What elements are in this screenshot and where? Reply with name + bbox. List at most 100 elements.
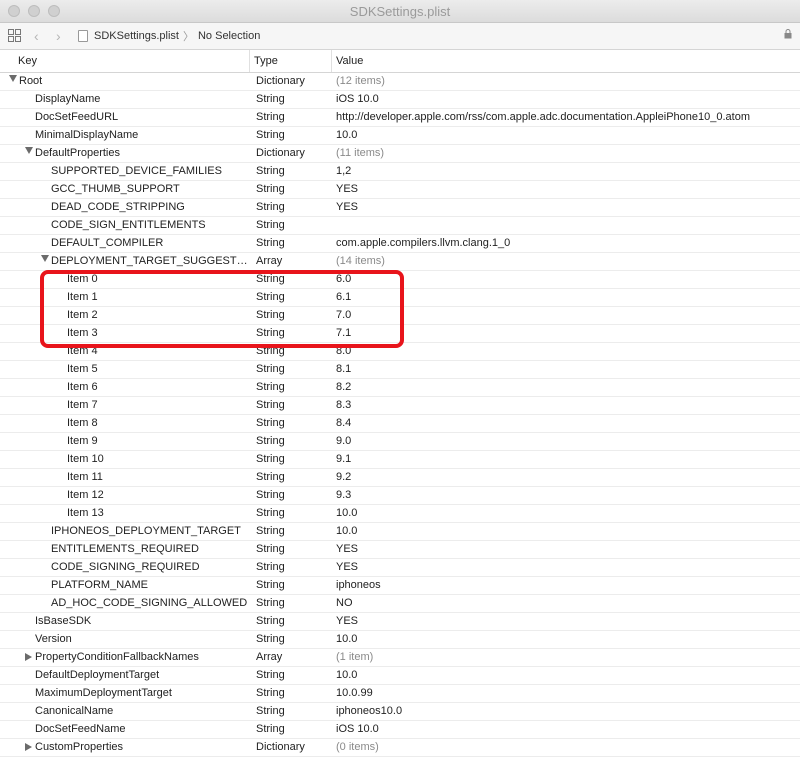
- row-key[interactable]: DefaultDeploymentTarget: [35, 669, 248, 681]
- plist-row[interactable]: Item 13 String 10.0: [0, 505, 800, 523]
- row-value[interactable]: YES: [336, 615, 358, 627]
- row-type[interactable]: String: [256, 291, 285, 303]
- breadcrumb-selection[interactable]: No Selection: [198, 30, 260, 42]
- row-type[interactable]: String: [256, 399, 285, 411]
- row-key[interactable]: Item 2: [67, 309, 248, 321]
- row-key[interactable]: IPHONEOS_DEPLOYMENT_TARGET: [51, 525, 248, 537]
- row-type[interactable]: String: [256, 489, 285, 501]
- row-key[interactable]: GCC_THUMB_SUPPORT: [51, 183, 248, 195]
- row-key[interactable]: DocSetFeedName: [35, 723, 248, 735]
- plist-row[interactable]: DocSetFeedName String iOS 10.0: [0, 721, 800, 739]
- plist-row[interactable]: DefaultProperties Dictionary (11 items): [0, 145, 800, 163]
- row-value[interactable]: 10.0: [336, 525, 357, 537]
- plist-row[interactable]: PLATFORM_NAME String iphoneos: [0, 577, 800, 595]
- row-key[interactable]: SUPPORTED_DEVICE_FAMILIES: [51, 165, 248, 177]
- row-key[interactable]: Item 10: [67, 453, 248, 465]
- row-value[interactable]: 7.1: [336, 327, 351, 339]
- row-value[interactable]: iOS 10.0: [336, 723, 379, 735]
- plist-row[interactable]: Version String 10.0: [0, 631, 800, 649]
- row-key[interactable]: Item 6: [67, 381, 248, 393]
- plist-row[interactable]: Root Dictionary (12 items): [0, 73, 800, 91]
- row-key[interactable]: IsBaseSDK: [35, 615, 248, 627]
- row-type[interactable]: String: [256, 579, 285, 591]
- row-value[interactable]: 10.0: [336, 507, 357, 519]
- plist-row[interactable]: DocSetFeedURL String http://developer.appl…: [0, 109, 800, 127]
- plist-row[interactable]: CustomProperties Dictionary (0 items): [0, 739, 800, 757]
- row-key[interactable]: MaximumDeploymentTarget: [35, 687, 248, 699]
- plist-row[interactable]: CODE_SIGNING_REQUIRED String YES: [0, 559, 800, 577]
- row-type[interactable]: String: [256, 273, 285, 285]
- plist-row[interactable]: Item 11 String 9.2: [0, 469, 800, 487]
- row-type[interactable]: String: [256, 525, 285, 537]
- disclosure-triangle-collapsed-icon[interactable]: [25, 743, 32, 751]
- row-value[interactable]: iphoneos: [336, 579, 381, 591]
- column-header-value[interactable]: Value: [336, 55, 363, 67]
- row-type[interactable]: Array: [256, 651, 282, 663]
- row-key[interactable]: Item 11: [67, 471, 248, 483]
- row-value[interactable]: 10.0: [336, 669, 357, 681]
- row-key[interactable]: CODE_SIGN_ENTITLEMENTS: [51, 219, 248, 231]
- row-key[interactable]: CODE_SIGNING_REQUIRED: [51, 561, 248, 573]
- row-value[interactable]: 8.1: [336, 363, 351, 375]
- related-items-grid-icon[interactable]: [8, 29, 21, 42]
- row-key[interactable]: DisplayName: [35, 93, 248, 105]
- disclosure-triangle-expanded-icon[interactable]: [41, 255, 49, 262]
- row-value[interactable]: 9.0: [336, 435, 351, 447]
- row-key[interactable]: Item 8: [67, 417, 248, 429]
- row-value[interactable]: 7.0: [336, 309, 351, 321]
- row-type[interactable]: String: [256, 633, 285, 645]
- row-value[interactable]: YES: [336, 561, 358, 573]
- row-type[interactable]: String: [256, 129, 285, 141]
- plist-row[interactable]: DefaultDeploymentTarget String 10.0: [0, 667, 800, 685]
- plist-row[interactable]: SUPPORTED_DEVICE_FAMILIES String 1,2: [0, 163, 800, 181]
- plist-row[interactable]: CanonicalName String iphoneos10.0: [0, 703, 800, 721]
- plist-row[interactable]: Item 10 String 9.1: [0, 451, 800, 469]
- plist-row[interactable]: PropertyConditionFallbackNames Array (1 it…: [0, 649, 800, 667]
- row-key[interactable]: CustomProperties: [35, 741, 248, 753]
- row-type[interactable]: String: [256, 183, 285, 195]
- row-type[interactable]: Array: [256, 255, 282, 267]
- row-key[interactable]: DefaultProperties: [35, 147, 248, 159]
- row-key[interactable]: ENTITLEMENTS_REQUIRED: [51, 543, 248, 555]
- row-key[interactable]: Item 12: [67, 489, 248, 501]
- disclosure-triangle-collapsed-icon[interactable]: [25, 653, 32, 661]
- row-type[interactable]: String: [256, 237, 285, 249]
- row-type[interactable]: String: [256, 615, 285, 627]
- row-key[interactable]: Item 1: [67, 291, 248, 303]
- plist-row[interactable]: IPHONEOS_DEPLOYMENT_TARGET String 10.0: [0, 523, 800, 541]
- row-key[interactable]: Item 0: [67, 273, 248, 285]
- row-value[interactable]: 8.3: [336, 399, 351, 411]
- row-value[interactable]: 6.1: [336, 291, 351, 303]
- plist-row[interactable]: Item 0 String 6.0: [0, 271, 800, 289]
- row-value[interactable]: 9.2: [336, 471, 351, 483]
- row-type[interactable]: String: [256, 471, 285, 483]
- disclosure-triangle-expanded-icon[interactable]: [25, 147, 33, 154]
- plist-row[interactable]: MinimalDisplayName String 10.0: [0, 127, 800, 145]
- row-key[interactable]: DEFAULT_COMPILER: [51, 237, 248, 249]
- row-value[interactable]: com.apple.compilers.llvm.clang.1_0: [336, 237, 510, 249]
- row-value[interactable]: 9.3: [336, 489, 351, 501]
- row-type[interactable]: String: [256, 165, 285, 177]
- plist-row[interactable]: Item 1 String 6.1: [0, 289, 800, 307]
- row-key[interactable]: Root: [19, 75, 248, 87]
- row-key[interactable]: CanonicalName: [35, 705, 248, 717]
- row-key[interactable]: Item 5: [67, 363, 248, 375]
- row-type[interactable]: String: [256, 345, 285, 357]
- row-type[interactable]: String: [256, 453, 285, 465]
- row-key[interactable]: MinimalDisplayName: [35, 129, 248, 141]
- row-type[interactable]: String: [256, 381, 285, 393]
- breadcrumb-file[interactable]: SDKSettings.plist: [94, 30, 179, 42]
- plist-row[interactable]: Item 2 String 7.0: [0, 307, 800, 325]
- row-key[interactable]: DEPLOYMENT_TARGET_SUGGESTE...: [51, 255, 248, 267]
- plist-row[interactable]: Item 4 String 8.0: [0, 343, 800, 361]
- row-type[interactable]: String: [256, 93, 285, 105]
- plist-row[interactable]: AD_HOC_CODE_SIGNING_ALLOWED String NO: [0, 595, 800, 613]
- row-type[interactable]: String: [256, 435, 285, 447]
- row-value[interactable]: 10.0: [336, 129, 357, 141]
- row-type[interactable]: Dictionary: [256, 741, 305, 753]
- column-header-key[interactable]: Key: [18, 55, 37, 67]
- plist-row[interactable]: GCC_THUMB_SUPPORT String YES: [0, 181, 800, 199]
- row-key[interactable]: Item 3: [67, 327, 248, 339]
- row-type[interactable]: Dictionary: [256, 75, 305, 87]
- row-value[interactable]: NO: [336, 597, 353, 609]
